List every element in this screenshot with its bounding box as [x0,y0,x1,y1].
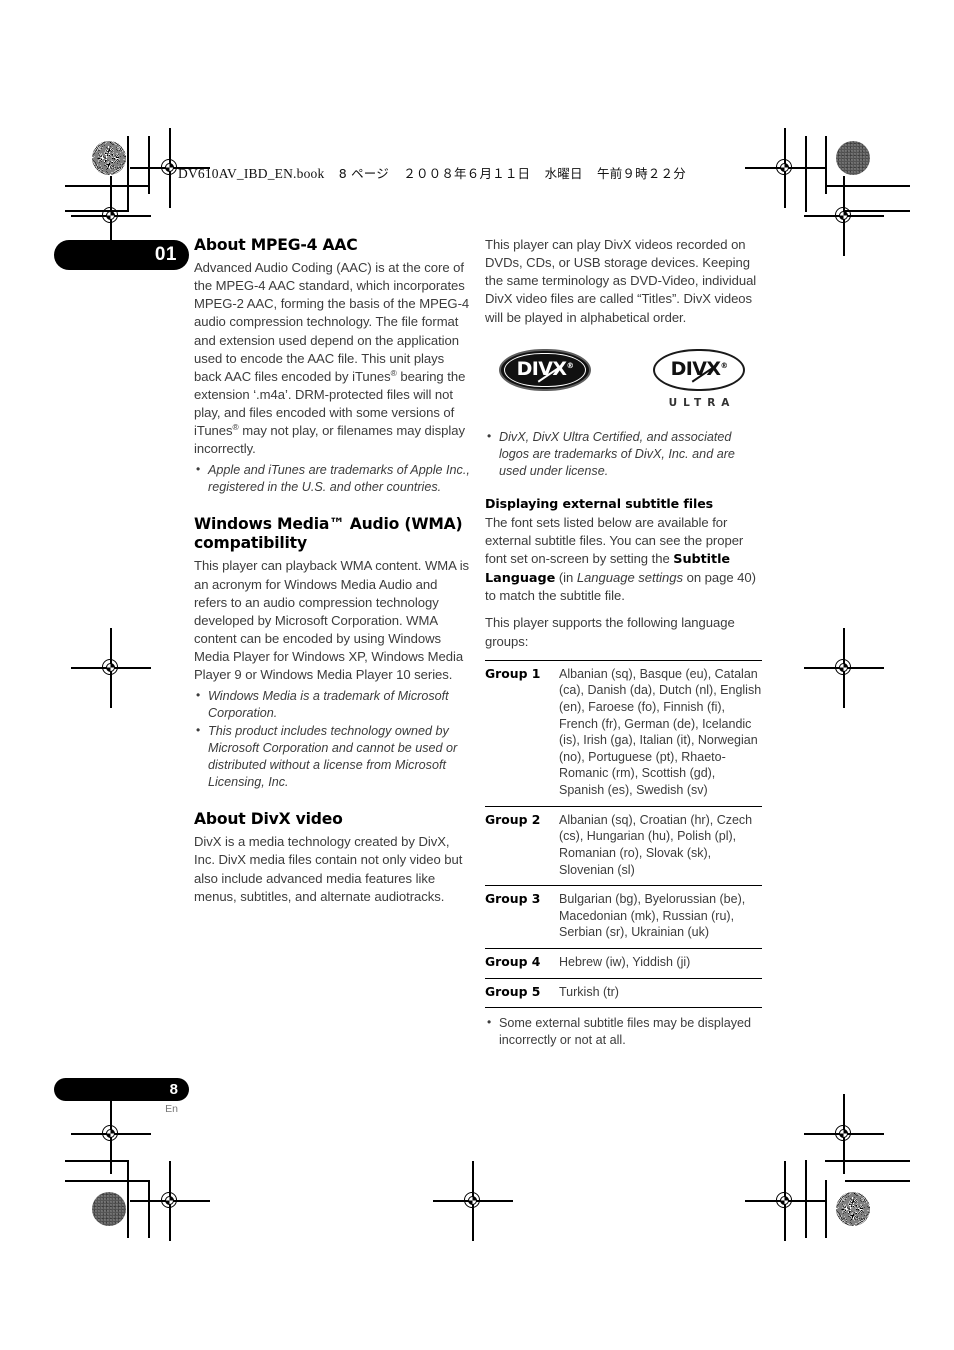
halftone-dot [92,1192,126,1226]
crop-mark [825,1180,827,1238]
note-list-windows-media: Windows Media is a trademark of Microsof… [194,687,471,791]
divx-logo-block: DIVX® [499,348,591,391]
registration-mark [130,1161,210,1241]
paragraph-supported-groups: This player supports the following langu… [485,615,735,649]
registration-mark [804,176,884,256]
registration-mark [745,1161,825,1241]
registration-mark [71,628,151,708]
table-row: Group 5 Turkish (tr) [485,978,762,1009]
crop-mark [825,1160,910,1162]
left-text-column: About MPEG-4 AAC Advanced Audio Coding (… [194,236,471,906]
registration-mark [804,628,884,708]
page-number-tab: 8 [54,1078,189,1101]
halftone-dot [92,141,126,175]
table-row: Group 3 Bulgarian (bg), Byelorussian (be… [485,885,762,950]
registration-mark [71,1094,151,1174]
header-page-marker: 8 ページ [338,166,389,181]
heading-about-divx-video: About DivX video [194,810,343,829]
crop-mark [805,1160,807,1238]
heading-about-mpeg4-aac: About MPEG-4 AAC [194,236,358,254]
font-sets-part-2: (in [555,569,577,585]
halftone-dot [836,1192,870,1226]
divx-wordmark: DIVX® [517,360,574,383]
group-label: Group 2 [485,806,559,887]
registered-mark-icon: ® [720,361,728,371]
document-page: DV610AV_IBD_EN.book 8 ページ ２００８年６月１１日 水曜日… [0,0,954,1350]
table-row: Group 2 Albanian (sq), Croatian (hr), Cz… [485,806,762,887]
crop-mark [845,1180,910,1182]
paragraph-font-sets: The font sets listed below are available… [485,514,762,606]
divx-ultra-logo-block: DIVX® ULTRA [653,348,745,409]
page-language-code: En [165,1103,178,1115]
note-item: DivX, DivX Ultra Certified, and associat… [485,428,762,480]
note-item: Some external subtitle files may be disp… [485,1014,762,1049]
group-languages: Albanian (sq), Croatian (hr), Czech (cs)… [559,806,762,887]
chapter-number-tab: 01 [54,240,189,270]
registration-mark [71,176,151,256]
crop-mark [825,185,910,187]
note-list-apple: Apple and iTunes are trademarks of Apple… [194,461,471,496]
language-groups-body: Group 1 Albanian (sq), Basque (eu), Cata… [485,659,762,1009]
crop-mark [65,1180,150,1182]
registration-mark [745,128,825,208]
divx-logo-row: DIVX® DIVX® ULTRA [499,348,762,409]
paragraph-divx-playback: This player can play DivX videos recorde… [485,237,757,325]
table-row: Group 4 Hebrew (iw), Yiddish (ji) [485,948,762,979]
right-text-column: This player can play DivX videos recorde… [485,236,762,1050]
divx-wordmark: DIVX® [671,360,728,383]
header-time: 午前９時２２分 [597,166,686,181]
crop-mark [65,185,150,187]
aac-text-part-1: Advanced Audio Coding (AAC) is at the co… [194,260,470,384]
divx-logo-icon: DIVX® [499,348,591,391]
header-filename: DV610AV_IBD_EN.book [178,166,325,181]
heading-wma-compatibility: Windows Media™ Audio (WMA) compatibility [194,515,463,553]
crop-mark [805,136,807,212]
cross-reference-language-settings: Language settings [576,569,683,585]
paragraph-wma-description: This player can playback WMA content. WM… [194,558,470,683]
note-item: This product includes technology owned b… [194,722,471,791]
note-item: Windows Media is a trademark of Microsof… [194,687,471,722]
crop-mark [65,1160,129,1162]
note-list-subtitle-caveat: Some external subtitle files may be disp… [485,1014,762,1049]
subheading-displaying-external-subtitle-files: Displaying external subtitle files [485,495,714,511]
paragraph-divx-description: DivX is a media technology created by Di… [194,834,463,904]
halftone-dot [836,141,870,175]
book-file-header: DV610AV_IBD_EN.book 8 ページ ２００８年６月１１日 水曜日… [178,163,686,182]
language-groups-table: Group 1 Albanian (sq), Basque (eu), Cata… [485,659,762,1009]
paragraph-aac-description: Advanced Audio Coding (AAC) is at the co… [194,259,471,458]
group-label: Group 5 [485,978,559,1009]
divx-ultra-logo-icon: DIVX® [653,348,745,391]
note-list-divx-trademark: DivX, DivX Ultra Certified, and associat… [485,428,762,480]
group-languages: Turkish (tr) [559,978,762,1009]
registration-mark [433,1161,513,1241]
crop-mark [148,1180,150,1238]
registered-mark-icon: ® [566,361,574,371]
group-label: Group 1 [485,659,559,807]
note-item: Apple and iTunes are trademarks of Apple… [194,461,471,496]
registration-mark [804,1094,884,1174]
crop-mark [127,1160,129,1238]
group-label: Group 3 [485,885,559,950]
divx-ultra-sublabel: ULTRA [668,396,736,409]
group-languages: Albanian (sq), Basque (eu), Catalan (ca)… [559,659,762,807]
table-row: Group 1 Albanian (sq), Basque (eu), Cata… [485,659,762,807]
group-label: Group 4 [485,948,559,979]
header-weekday: 水曜日 [544,166,583,181]
header-date: ２００８年６月１１日 [403,166,531,181]
group-languages: Bulgarian (bg), Byelorussian (be), Maced… [559,885,762,950]
group-languages: Hebrew (iw), Yiddish (ji) [559,948,762,979]
